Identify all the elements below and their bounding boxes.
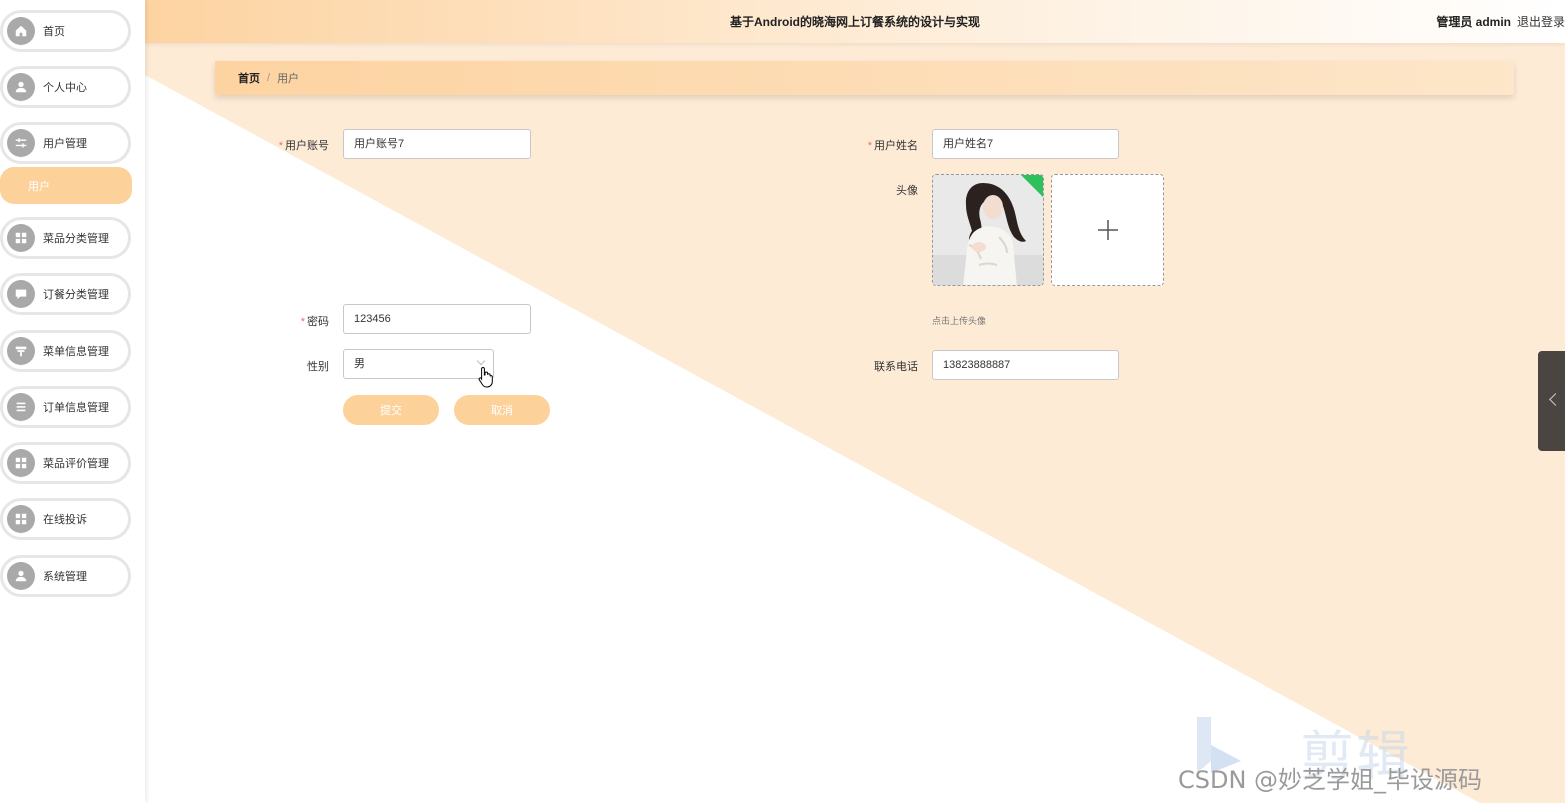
sidebar-item-label: 菜单信息管理 [43,346,109,358]
sidebar-item-label: 在线投诉 [43,514,87,526]
sidebar-item-menu-info[interactable]: 菜单信息管理 [0,330,131,372]
breadcrumb-separator: / [267,72,271,84]
app-title: 基于Android的晓海网上订餐系统的设计与实现 [730,15,980,29]
upload-tip: 点击上传头像 [932,316,987,326]
password-label: * 密码 [300,316,329,328]
home-icon [7,17,35,45]
account-label: * 用户账号 [278,140,329,152]
avatar-photo [933,175,1043,285]
sidebar-subitem-user[interactable]: 用户 [0,167,132,204]
gender-select[interactable]: 男 [343,349,494,379]
breadcrumb-current: 用户 [277,73,300,85]
list-icon [7,393,35,421]
person-icon [7,562,35,590]
gender-selected-value: 男 [354,358,365,370]
gender-label: 性别 [307,361,329,373]
current-user: 管理员 admin [1436,15,1511,29]
sidebar-item-complaint[interactable]: 在线投诉 [0,498,131,540]
grid-icon [7,505,35,533]
phone-input[interactable]: 13823888887 [932,350,1119,380]
sidebar-item-order-info[interactable]: 订单信息管理 [0,386,131,428]
top-header: 基于Android的晓海网上订餐系统的设计与实现 管理员 admin 退出登录 [145,0,1565,43]
avatar-thumbnail[interactable] [932,174,1044,286]
hand-cursor-icon [478,366,493,388]
sidebar-item-label: 用户管理 [43,138,87,150]
csdn-watermark: CSDN @妙芝学姐_毕设源码 [1178,766,1483,794]
sidebar-item-personal-center[interactable]: 个人中心 [0,66,131,108]
grid-icon [7,224,35,252]
sidebar-item-label: 订单信息管理 [43,402,109,414]
name-input[interactable]: 用户姓名7 [932,129,1119,159]
cancel-button[interactable]: 取消 [454,395,550,425]
password-input[interactable]: 123456 [343,304,531,334]
submit-button[interactable]: 提交 [343,395,439,425]
avatar-label: 头像 [896,185,918,197]
phone-label: 联系电话 [874,361,918,373]
sidebar-item-label: 订餐分类管理 [43,289,109,301]
breadcrumb: 首页 / 用户 [215,61,1514,95]
sidebar-item-order-category[interactable]: 订餐分类管理 [0,273,131,315]
grid-icon [7,449,35,477]
avatar-upload-button[interactable] [1051,174,1164,286]
sidebar-item-label: 首页 [43,26,65,38]
sliders-icon [7,129,35,157]
side-drawer-handle[interactable] [1538,351,1565,451]
sidebar: 首页 个人中心 用户管理 用户 菜品分类管理 订餐分类管理 菜单信息管理 订单信… [0,0,145,803]
person-icon [7,73,35,101]
tray-icon [7,337,35,365]
sidebar-item-user-management[interactable]: 用户管理 [0,122,131,164]
sidebar-item-home[interactable]: 首页 [0,10,131,52]
sidebar-item-system-management[interactable]: 系统管理 [0,555,131,597]
background-diagonal [0,0,1565,803]
sidebar-item-label: 个人中心 [43,82,87,94]
sidebar-item-label: 菜品分类管理 [43,233,109,245]
chat-icon [7,280,35,308]
chevron-down-icon [476,356,486,366]
sidebar-item-dish-category[interactable]: 菜品分类管理 [0,217,131,259]
sidebar-item-label: 菜品评价管理 [43,458,109,470]
account-input[interactable]: 用户账号7 [343,129,531,159]
sidebar-item-label: 系统管理 [43,571,87,583]
breadcrumb-home[interactable]: 首页 [238,70,260,86]
logout-link[interactable]: 退出登录 [1517,13,1565,30]
sidebar-item-dish-review[interactable]: 菜品评价管理 [0,442,131,484]
plus-icon [1097,220,1118,240]
name-label: * 用户姓名 [867,140,918,152]
